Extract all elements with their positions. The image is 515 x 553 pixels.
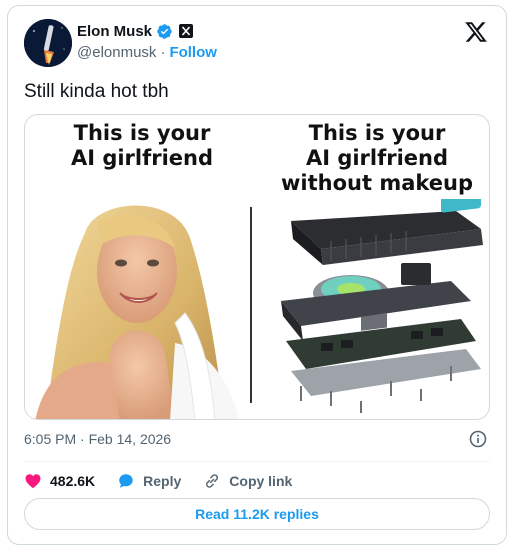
tweet-media-image[interactable]: This is your AI girlfriend This is your … [24,114,490,420]
right-caption-line: AI girlfriend [305,146,449,170]
right-caption-line: without makeup [281,171,473,195]
copy-link-button[interactable]: Copy link [203,472,292,490]
gpu-exploded-view-image [281,199,483,413]
copy-link-label: Copy link [229,473,293,489]
author-handle-row: @elonmusk · Follow [77,44,217,61]
left-caption-line: AI girlfriend [70,146,214,170]
chat-bubble-icon [119,474,133,488]
left-caption-line: This is your [73,121,211,145]
follow-button[interactable]: Follow [169,44,217,61]
read-replies-button[interactable]: Read 11.2K replies [24,498,490,530]
author-name[interactable]: Elon Musk [77,23,152,40]
tweet-timestamp[interactable]: 6:05 PM · Feb 14, 2026 [24,431,171,447]
x-affiliate-icon [179,24,194,38]
reply-label: Reply [143,473,182,489]
x-logo-icon[interactable] [464,20,488,44]
verified-badge-icon [156,23,173,40]
like-button[interactable]: 482.6K [24,472,95,490]
tweet-card: Elon Musk @elonmusk · Follow Still kinda… [7,5,507,545]
heart-icon [25,474,41,489]
info-icon[interactable] [469,430,487,448]
right-caption-line: This is your [308,121,446,145]
meme-divider [250,207,252,403]
right-caption: This is your AI girlfriend without makeu… [265,121,489,196]
tweet-text: Still kinda hot tbh [24,81,169,102]
avatar[interactable] [24,19,72,67]
link-icon [206,474,219,488]
left-caption: This is your AI girlfriend [33,121,251,171]
handle-separator: · [160,44,166,61]
like-count: 482.6K [50,473,96,489]
author-name-row: Elon Musk [77,21,194,41]
author-handle[interactable]: @elonmusk [77,44,156,61]
woman-portrait-image [35,205,240,419]
divider [24,461,490,462]
reply-button[interactable]: Reply [117,472,181,490]
action-bar: 482.6K Reply Copy link [24,469,314,493]
